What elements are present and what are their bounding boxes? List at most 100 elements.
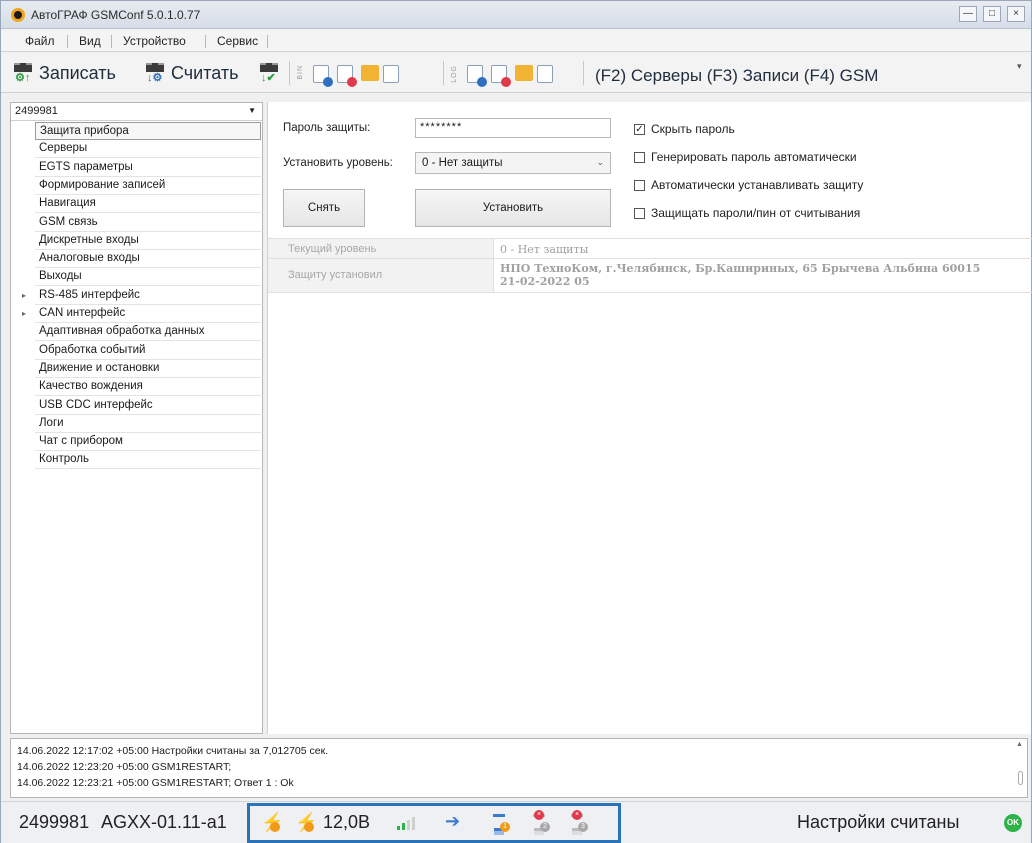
app-window: АвтоГРАФ GSMConf 5.0.1.0.77 — □ × Файл В… [0, 0, 1032, 843]
menu-view[interactable]: Вид [73, 34, 107, 48]
menu-device[interactable]: Устройство [117, 34, 192, 48]
server-error-icon: × 2 [533, 810, 550, 832]
status-voltage: 12,0В [323, 812, 371, 832]
toolbar-overflow-icon[interactable]: ▾ [1017, 61, 1022, 72]
tree-item[interactable]: RS-485 интерфейс [35, 287, 261, 305]
power-plug-icon: ⚡ [261, 812, 283, 833]
bin-read-icon[interactable] [313, 65, 333, 87]
password-field[interactable]: ******** [415, 118, 611, 138]
quick-links[interactable]: (F2) Серверы (F3) Записи (F4) GSM [595, 66, 878, 86]
chip-download-icon: ↓⚙ [145, 62, 167, 84]
device-selector[interactable]: 2499981 ▼ [11, 103, 262, 121]
title-bar: АвтоГРАФ GSMConf 5.0.1.0.77 — □ × [1, 1, 1031, 29]
password-label: Пароль защиты: [283, 122, 371, 134]
verify-button[interactable]: ↓✔ [259, 59, 285, 87]
checkbox-box [634, 179, 645, 191]
info-key: Текущий уровень [268, 239, 494, 258]
tree-item[interactable]: Серверы [35, 140, 261, 159]
menu-divider [267, 35, 268, 48]
scroll-up-icon[interactable]: ▲ [1016, 741, 1023, 748]
close-button[interactable]: × [1007, 6, 1025, 22]
chevron-down-icon: ▼ [248, 106, 256, 115]
log-label: LOG [451, 65, 458, 83]
menu-divider [111, 35, 112, 48]
tree-expand-icon[interactable]: ▸ [22, 291, 26, 300]
log-folder-icon[interactable] [515, 65, 533, 81]
log-line: 14.06.2022 12:23:21 +05:00 GSM1RESTART; … [17, 777, 294, 789]
battery-plug-icon: ⚡ [295, 812, 317, 833]
log-save-icon[interactable] [491, 65, 511, 87]
window-title: АвтоГРАФ GSMConf 5.0.1.0.77 [31, 8, 201, 22]
auto-set-protection-checkbox[interactable]: Автоматически устанавливать защиту [634, 178, 863, 192]
tree-item[interactable]: Адаптивная обработка данных [35, 323, 261, 342]
device-selector-value: 2499981 [15, 105, 58, 117]
tree-item[interactable]: Защита прибора [35, 122, 261, 140]
auto-generate-password-checkbox[interactable]: Генерировать пароль автоматически [634, 150, 857, 164]
bin-folder-icon[interactable] [361, 65, 379, 81]
checkbox-label: Скрыть пароль [651, 122, 735, 136]
chip-upload-icon: ⚙↑ [13, 62, 35, 84]
log-file-icon[interactable] [537, 65, 553, 83]
server-error-badge: 3 [578, 822, 588, 832]
level-label: Установить уровень: [283, 157, 393, 169]
ok-status-icon: OK [1004, 814, 1022, 832]
records-badge: 1 [500, 822, 510, 832]
toolbar-divider [443, 61, 444, 85]
tree-item[interactable]: Дискретные входы [35, 232, 261, 250]
checkbox-box [634, 151, 645, 163]
info-key: Защиту установил [268, 259, 494, 292]
protect-pins-checkbox[interactable]: Защищать пароли/пин от считывания [634, 206, 860, 220]
server-error-icon: × 3 [571, 810, 588, 832]
remove-protection-button[interactable]: Снять [283, 189, 365, 227]
tree-item[interactable]: USB CDC интерфейс [35, 397, 261, 415]
data-transfer-icon: ➔ [445, 811, 461, 831]
tree-item[interactable]: Навигация [35, 195, 261, 214]
tree-item[interactable]: GSM связь [35, 214, 261, 232]
bin-label: BIN [297, 65, 304, 80]
status-device-id: 2499981 [19, 812, 90, 832]
tree-item[interactable]: Движение и остановки [35, 360, 261, 378]
level-select-value: 0 - Нет защиты [422, 157, 503, 169]
tree-item[interactable]: Качество вождения [35, 378, 261, 397]
checkbox-label: Защищать пароли/пин от считывания [651, 206, 861, 220]
bin-save-icon[interactable] [337, 65, 357, 87]
tree-item[interactable]: Контроль [35, 451, 261, 470]
level-select[interactable]: 0 - Нет защиты ⌄ [415, 152, 611, 174]
tree-expand-icon[interactable]: ▸ [22, 309, 26, 318]
tree-item[interactable]: Аналоговые входы [35, 250, 261, 269]
minimize-button[interactable]: — [959, 6, 977, 22]
checkbox-label: Генерировать пароль автоматически [651, 150, 857, 164]
write-label: Записать [39, 62, 116, 83]
read-button[interactable]: ↓⚙ Считать [145, 59, 239, 87]
event-log[interactable]: 14.06.2022 12:17:02 +05:00 Настройки счи… [10, 738, 1028, 798]
settings-tree: 2499981 ▼ Защита прибора Серверы EGTS пара… [10, 102, 263, 734]
tree-item[interactable]: EGTS параметры [35, 159, 261, 177]
chevron-down-icon: ⌄ [596, 157, 604, 167]
set-protection-button[interactable]: Установить [415, 189, 611, 227]
checkbox-box: ✓ [634, 123, 645, 135]
log-read-icon[interactable] [467, 65, 487, 87]
app-logo-icon [11, 8, 25, 22]
info-value: НПО ТехноКом, г.Челябинск, Бр.Кашириных,… [500, 262, 981, 288]
protection-panel: Пароль защиты: ******** Установить урове… [267, 102, 1032, 734]
info-row-installed-by: Защиту установил НПО ТехноКом, г.Челябин… [268, 259, 1032, 293]
toolbar: ⚙↑ Записать ↓⚙ Считать ↓✔ BIN LOG (F2) С… [1, 53, 1031, 93]
menu-service[interactable]: Сервис [211, 34, 264, 48]
tree-item[interactable]: Логи [35, 415, 261, 433]
write-button[interactable]: ⚙↑ Записать [13, 59, 116, 87]
checkbox-label: Автоматически устанавливать защиту [651, 178, 864, 192]
checkbox-box [634, 207, 645, 219]
tree-item[interactable]: Обработка событий [35, 342, 261, 360]
hide-password-checkbox[interactable]: ✓ Скрыть пароль [634, 122, 735, 136]
log-scrollbar[interactable]: ▲ [1015, 741, 1025, 795]
maximize-button[interactable]: □ [983, 6, 1001, 22]
bin-file-icon[interactable] [383, 65, 399, 83]
tree-item[interactable]: Чат с прибором [35, 433, 261, 452]
menu-file[interactable]: Файл [19, 34, 61, 48]
tree-item[interactable]: Формирование записей [35, 177, 261, 195]
status-bar: 2499981 AGXX-01.11-a1 ⚡ ⚡ 12,0В ➔ 1 × 2 … [1, 801, 1031, 843]
tree-item[interactable]: Выходы [35, 268, 261, 287]
scroll-thumb[interactable] [1018, 771, 1023, 785]
menu-bar: Файл Вид Устройство Сервис [1, 30, 1031, 52]
tree-item[interactable]: CAN интерфейс [35, 305, 261, 323]
